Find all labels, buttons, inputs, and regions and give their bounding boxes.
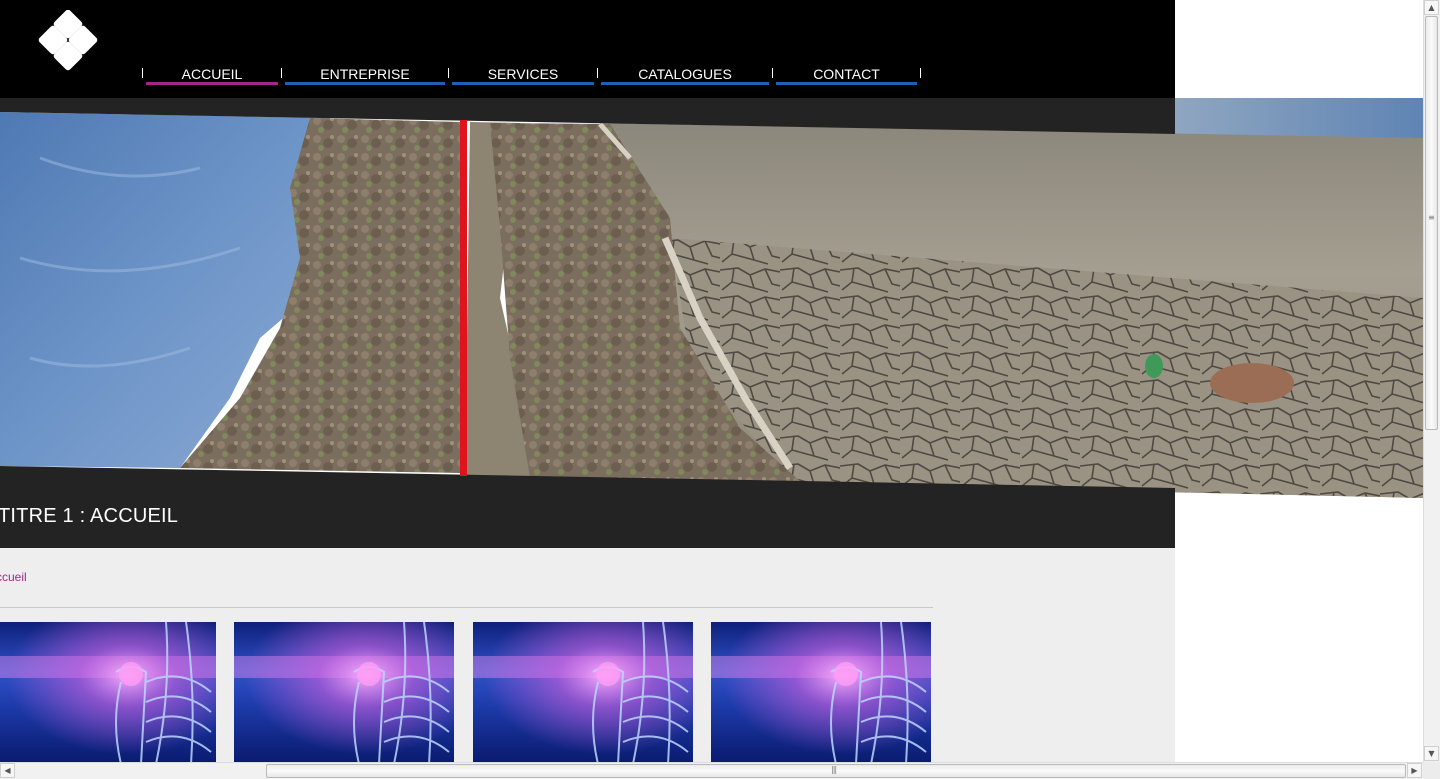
nav-separator xyxy=(281,68,282,78)
diamond-logo-icon[interactable] xyxy=(28,10,108,90)
nav-separator xyxy=(772,68,773,78)
nav-separator xyxy=(597,68,598,78)
browser-viewport: ACCUEIL ENTREPRISE SERVICES CATALOGUES C… xyxy=(0,0,1423,762)
title-band: TITRE 1 : ACCUEIL xyxy=(0,492,1175,548)
main-nav: ACCUEIL ENTREPRISE SERVICES CATALOGUES C… xyxy=(142,64,921,88)
nav-item-accueil[interactable]: ACCUEIL xyxy=(146,64,278,85)
nav-label: CONTACT xyxy=(813,66,880,82)
horizontal-scrollbar[interactable]: ◀ ||| ▶ xyxy=(0,762,1423,779)
nav-label: ENTREPRISE xyxy=(320,66,410,82)
shoulder-xray-image xyxy=(0,622,216,762)
shoulder-xray-image xyxy=(234,622,454,762)
nav-item-contact[interactable]: CONTACT xyxy=(776,64,917,85)
nav-label: ACCUEIL xyxy=(181,66,243,82)
nav-underline xyxy=(776,82,917,85)
thumbnail-3[interactable] xyxy=(473,622,693,762)
scroll-left-arrow-icon[interactable]: ◀ xyxy=(0,763,15,778)
thumbnail-4[interactable] xyxy=(711,622,931,762)
shoulder-xray-image xyxy=(711,622,931,762)
nav-separator xyxy=(448,68,449,78)
scroll-grip-icon: ≡ xyxy=(1428,213,1435,222)
vertical-scroll-thumb[interactable]: ≡ xyxy=(1425,16,1438,430)
thumbnail-1[interactable] xyxy=(0,622,216,762)
breadcrumb[interactable]: ccueil xyxy=(0,570,27,584)
vertical-scrollbar[interactable]: ▲ ≡ ▼ xyxy=(1423,0,1440,762)
nav-underline xyxy=(285,82,445,85)
nav-label: CATALOGUES xyxy=(638,66,732,82)
content-divider xyxy=(0,607,933,608)
scroll-down-arrow-icon[interactable]: ▼ xyxy=(1424,746,1439,761)
nav-underline xyxy=(601,82,769,85)
nav-underline-active xyxy=(146,82,278,85)
thumbnail-2[interactable] xyxy=(234,622,454,762)
banner-image xyxy=(0,98,1423,498)
shoulder-xray-image xyxy=(473,622,693,762)
nav-item-services[interactable]: SERVICES xyxy=(452,64,594,85)
nav-underline xyxy=(452,82,594,85)
scroll-right-arrow-icon[interactable]: ▶ xyxy=(1407,763,1422,778)
nav-item-entreprise[interactable]: ENTREPRISE xyxy=(285,64,445,85)
main-content: ccueil xyxy=(0,548,1175,762)
horizontal-scroll-thumb[interactable]: ||| xyxy=(266,764,1406,778)
scroll-up-arrow-icon[interactable]: ▲ xyxy=(1424,0,1439,15)
nav-label: SERVICES xyxy=(487,66,559,82)
scrollbar-corner xyxy=(1423,762,1440,779)
nav-separator xyxy=(142,68,143,78)
scroll-grip-icon: ||| xyxy=(831,765,837,774)
site-header: ACCUEIL ENTREPRISE SERVICES CATALOGUES C… xyxy=(0,0,1175,98)
nav-separator xyxy=(920,68,921,78)
nav-item-catalogues[interactable]: CATALOGUES xyxy=(601,64,769,85)
page-title: TITRE 1 : ACCUEIL xyxy=(0,505,179,527)
